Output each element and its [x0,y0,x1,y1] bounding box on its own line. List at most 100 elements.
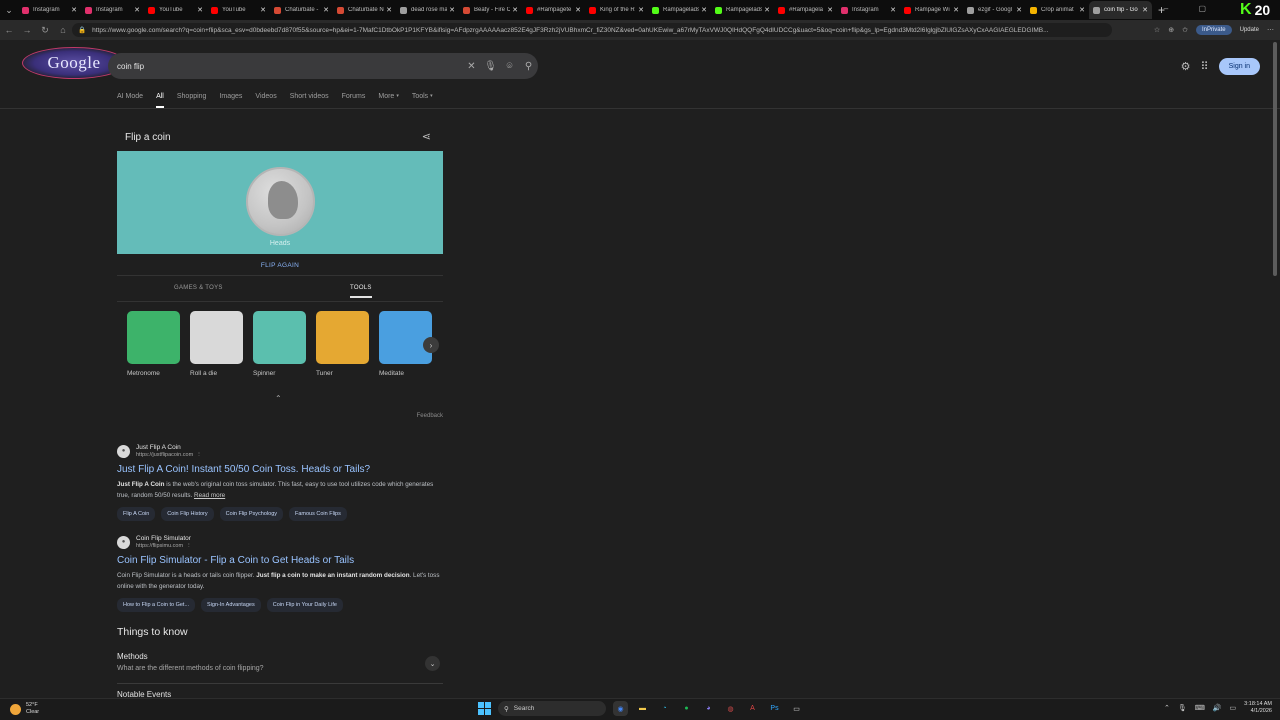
page-scrollbar[interactable] [1273,42,1277,276]
volume-icon[interactable]: 🔊 [1213,704,1222,712]
filter-tab[interactable]: Forums [342,93,366,108]
browser-tab[interactable]: Rampage Wi ✕ [900,1,963,19]
chrome-icon[interactable]: ◉ [613,701,628,716]
browser-tab[interactable]: coin flip - Go ✕ [1089,1,1152,19]
menu-icon[interactable]: ⋯ [1267,26,1274,34]
browser-tab[interactable]: King of the R ✕ [585,1,648,19]
filter-tab[interactable]: All [156,93,164,108]
favorites-icon[interactable]: ✩ [1182,26,1188,34]
microphone-icon[interactable]: 🎙 [481,61,500,72]
filter-tab[interactable]: Shopping [177,93,207,108]
close-icon[interactable]: ✕ [134,6,140,14]
browser-tab[interactable]: Instagram ✕ [18,1,81,19]
windows-start-icon[interactable] [478,702,491,715]
tray-overflow-icon[interactable]: ⌃ [1164,704,1170,712]
browser-tab[interactable]: Rampagelads ✕ [711,1,774,19]
forward-icon[interactable]: → [18,25,36,35]
browser-tab[interactable]: Beaty - Fire C ✕ [459,1,522,19]
result-site[interactable]: ● Just Flip A Coin https://justflipacoin… [117,444,447,458]
close-icon[interactable]: ✕ [449,6,455,14]
browser-tab[interactable]: #Rampagete ✕ [522,1,585,19]
browser-tab[interactable]: Instagram ✕ [81,1,144,19]
browser-tab[interactable]: Crop animat ✕ [1026,1,1089,19]
extensions-icon[interactable]: ⊕ [1168,26,1174,34]
settings-gear-icon[interactable]: ⚙ [1181,60,1191,73]
accordion-item-notable-events[interactable]: Notable Events [117,690,171,698]
close-icon[interactable]: ✕ [323,6,329,14]
home-icon[interactable]: ⌂ [54,25,72,35]
close-icon[interactable]: ✕ [890,6,896,14]
sign-in-button[interactable]: Sign in [1218,58,1260,75]
close-icon[interactable]: ✕ [1079,6,1085,14]
sitelink-chip[interactable]: Famous Coin Flips [289,507,347,521]
close-icon[interactable]: ✕ [638,6,644,14]
browser-tab[interactable]: ezgif - Googl ✕ [963,1,1026,19]
search-input[interactable]: coin flip ✕ 🎙 ⌾ ⚲ [108,53,538,79]
sitelink-chip[interactable]: Sign-In Advantages [201,598,261,612]
filter-tab[interactable]: Short videos [290,93,329,108]
close-icon[interactable]: ✕ [701,6,707,14]
coin-panel[interactable]: Heads [117,151,443,254]
favorite-star-icon[interactable]: ☆ [1154,26,1160,34]
clock[interactable]: 3:18:14 AM 4/1/2026 [1244,701,1272,715]
result-site[interactable]: ● Coin Flip Simulator https://flipsimu.c… [117,535,447,549]
chevron-up-icon[interactable]: ⌃ [275,394,282,403]
read-more-link[interactable]: Read more [194,492,225,499]
sitelink-chip[interactable]: Coin Flip Psychology [219,507,283,521]
apps-grid-icon[interactable]: ⠿ [1201,60,1209,73]
inprivate-badge[interactable]: InPrivate [1195,25,1232,35]
browser-tab[interactable]: dead rose ma ✕ [396,1,459,19]
chevron-down-icon[interactable]: ⌄ [425,656,440,671]
more-options-icon[interactable]: ⋮ [196,452,202,458]
clear-icon[interactable]: ✕ [462,61,481,72]
sitelink-chip[interactable]: Flip A Coin [117,507,156,521]
result-title-link[interactable]: Coin Flip Simulator - Flip a Coin to Get… [117,555,447,566]
close-icon[interactable]: ✕ [953,6,959,14]
terminal-icon[interactable]: ▭ [789,701,804,716]
lens-camera-icon[interactable]: ⌾ [500,61,519,72]
tab-tools[interactable]: TOOLS [350,285,372,298]
close-icon[interactable]: ✕ [575,6,581,14]
tool-tile[interactable]: Tuner [316,311,369,377]
battery-icon[interactable]: ▭ [1230,704,1237,712]
update-button[interactable]: Update [1240,27,1259,33]
spotify-icon[interactable]: ● [679,701,694,716]
share-icon[interactable]: ⋖ [422,130,431,143]
network-icon[interactable]: ⌨ [1195,704,1205,712]
close-icon[interactable]: ✕ [764,6,770,14]
sitelink-chip[interactable]: Coin Flip in Your Daily Life [266,598,343,612]
close-icon[interactable]: ✕ [827,6,833,14]
file-explorer-icon[interactable]: ▬ [635,701,650,716]
tool-tile[interactable]: Metronome [127,311,180,377]
browser-tab[interactable]: Chaturbate - ✕ [270,1,333,19]
flip-again-button[interactable]: FLIP AGAIN [117,262,443,269]
refresh-icon[interactable]: ↻ [36,25,54,36]
close-icon[interactable]: ✕ [512,6,518,14]
weather-widget[interactable]: 52°F Clear [10,702,39,716]
sitelink-chip[interactable]: Coin Flip History [161,507,214,521]
close-icon[interactable]: ✕ [386,6,392,14]
filter-tab[interactable]: More [378,93,394,108]
feedback-link[interactable]: Feedback [417,413,443,419]
coin-icon[interactable] [246,167,315,236]
close-icon[interactable]: ✕ [1016,6,1022,14]
recording-app-icon[interactable]: ◍ [723,701,738,716]
close-icon[interactable]: ✕ [260,6,266,14]
browser-tab[interactable]: #Rampagela ✕ [774,1,837,19]
search-query[interactable]: coin flip [117,62,462,71]
close-icon[interactable]: ✕ [197,6,203,14]
sitelink-chip[interactable]: How to Flip a Coin to Get... [117,598,196,612]
close-icon[interactable]: ✕ [71,6,77,14]
result-title-link[interactable]: Just Flip A Coin! Instant 50/50 Coin Tos… [117,464,447,475]
tool-tile[interactable]: Spinner [253,311,306,377]
browser-tab[interactable]: Instagram ✕ [837,1,900,19]
adobe-acrobat-icon[interactable]: A [745,701,760,716]
accordion-item-methods[interactable]: Methods What are the different methods o… [117,652,443,672]
address-bar[interactable]: 🔒 https://www.google.com/search?q=coin+f… [72,23,1112,37]
taskbar-search[interactable]: ⚲ Search [498,701,606,716]
filter-tab[interactable]: AI Mode [117,93,143,108]
back-icon[interactable]: ← [0,25,18,35]
more-options-icon[interactable]: ⋮ [186,543,192,549]
browser-tab[interactable]: YouTube ✕ [207,1,270,19]
window-controls[interactable]: – ▢ [1164,4,1220,13]
